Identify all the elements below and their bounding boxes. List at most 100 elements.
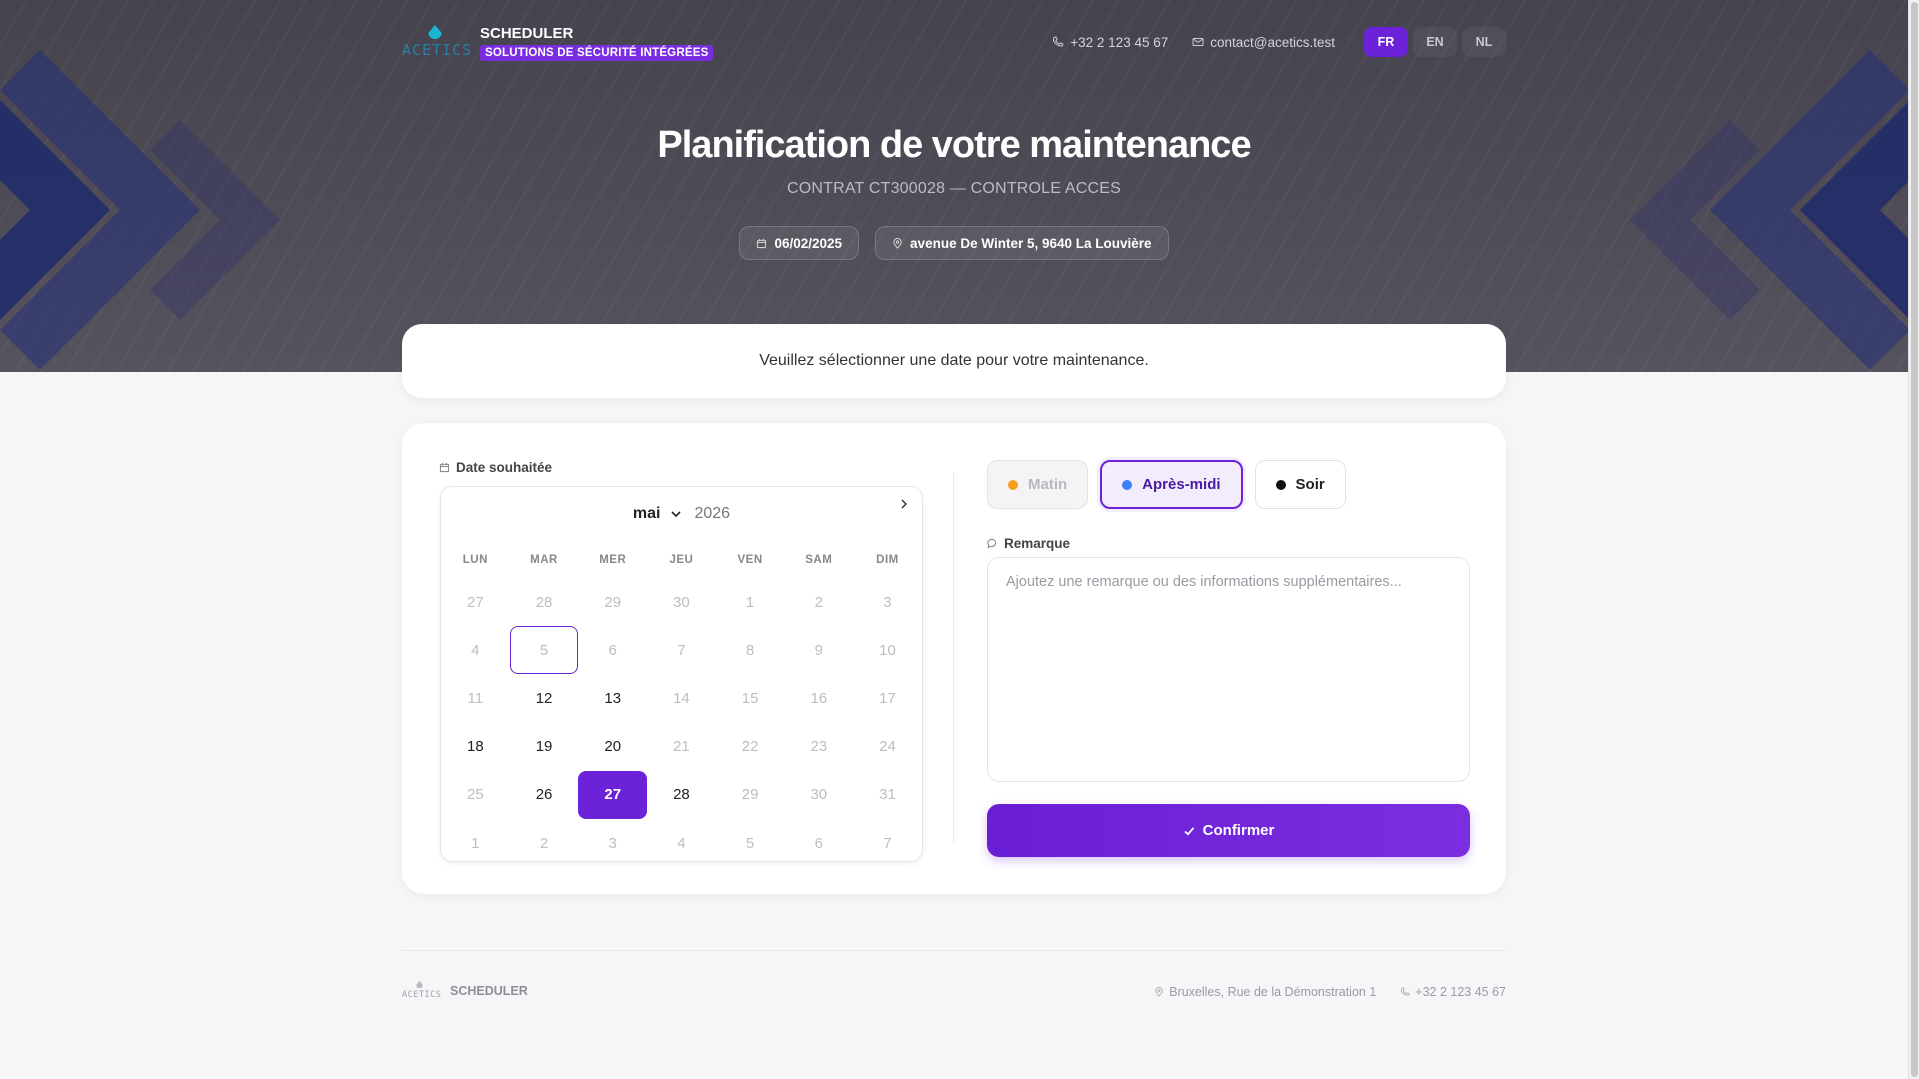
tagline-badge: SOLUTIONS DE SÉCURITÉ INTÉGRÉES [480, 45, 714, 61]
chevron-down-icon [671, 511, 682, 518]
brand[interactable]: ACETICS SCHEDULER SOLUTIONS DE SÉCURITÉ … [402, 22, 714, 62]
remark-label: Remarque [987, 536, 1070, 551]
instruction-notice: Veuillez sélectionner une date pour votr… [402, 324, 1506, 398]
calendar-day: 29 [604, 593, 622, 611]
address-chip: avenue De Winter 5, 9640 La Louvière [875, 226, 1169, 260]
header-email[interactable]: contact@acetics.test [1192, 35, 1335, 50]
calendar-day: 6 [608, 641, 617, 659]
hero-chips: 06/02/2025 avenue De Winter 5, 9640 La L… [0, 226, 1908, 260]
weekday-label: JEU [669, 554, 694, 566]
slot-dot-icon [1275, 479, 1286, 490]
calendar-day: 8 [745, 641, 755, 659]
slot-label: Soir [1295, 476, 1325, 493]
next-month-button[interactable] [894, 494, 914, 514]
footer-app-name: SCHEDULER [450, 984, 528, 998]
calendar-day: 7 [677, 641, 686, 659]
calendar-day: 30 [673, 593, 690, 611]
weekday-label: DIM [876, 554, 899, 566]
footer-phone[interactable]: +32 2 123 45 67 [1400, 985, 1506, 999]
mail-icon [1192, 38, 1204, 46]
calendar-day: 3 [883, 593, 892, 611]
calendar-day: 2 [539, 834, 549, 852]
acetics-logo: ACETICS [402, 22, 471, 62]
calendar-day: 22 [741, 738, 759, 756]
weekday-label: SAM [805, 554, 833, 566]
address-chip-text: avenue De Winter 5, 9640 La Louvière [910, 235, 1152, 251]
page-title: Planification de votre maintenance [657, 124, 1251, 166]
calendar-day: 23 [810, 738, 828, 756]
footer-phone-icon [1401, 987, 1410, 996]
slot-label: Après-midi [1142, 476, 1221, 493]
calendar-day: 16 [810, 689, 828, 707]
calendar-day: 10 [879, 641, 896, 659]
calendar-day: 28 [535, 593, 553, 611]
date-chip: 06/02/2025 [739, 226, 860, 260]
calendar-day: 25 [467, 786, 484, 804]
calendar-day: 2 [814, 593, 823, 611]
calendar-day: 1 [471, 834, 480, 852]
calendar-day[interactable]: 13 [578, 674, 647, 722]
footer-brand: ACETICS SCHEDULER [402, 980, 528, 1002]
calendar-day[interactable]: 28 [647, 771, 716, 819]
contact-bar: +32 2 123 45 67 contact@acetics.test FR … [1052, 27, 1506, 57]
lang-en-button[interactable]: EN [1413, 27, 1457, 57]
header-phone[interactable]: +32 2 123 45 67 [1052, 35, 1168, 50]
calendar-day: 3 [608, 834, 617, 852]
calendar-day: 4 [471, 641, 480, 659]
calendar-day: 27 [467, 593, 484, 611]
calendar-day-today: 5 [509, 626, 579, 675]
calendar-day-selected[interactable]: 27 [578, 770, 648, 819]
month-select[interactable]: mai [633, 505, 683, 523]
confirm-button[interactable]: Confirmer [987, 804, 1470, 857]
year-value[interactable]: 2026 [694, 505, 730, 523]
time-slot-evening[interactable]: Soir [1254, 460, 1346, 509]
calendar-day: 17 [879, 689, 896, 707]
remark-textarea[interactable] [987, 557, 1470, 782]
footer-phone-text: +32 2 123 45 67 [1415, 985, 1506, 999]
scheduling-card: Date souhaitée mai 2026 LUN MAR MER JEU VEN S… [402, 423, 1506, 894]
calendar-day[interactable]: 18 [441, 723, 510, 771]
date-label-text: Date souhaitée [456, 460, 553, 475]
calendar-day[interactable]: 20 [578, 723, 647, 771]
month-value: mai [632, 505, 661, 522]
weekday-header: LUN MAR MER JEU VEN SAM DIM [441, 554, 922, 566]
page-scrollbar[interactable] [1908, 0, 1919, 1079]
slot-dot-icon [1008, 479, 1018, 490]
footer-map-pin-icon [1155, 987, 1163, 997]
time-slot-morning: Matin [987, 460, 1089, 509]
weekday-label: LUN [462, 554, 488, 566]
calendar-day: 5 [745, 834, 755, 852]
calendar-day: 1 [745, 593, 755, 611]
map-pin-icon [893, 237, 902, 249]
weekday-label: MAR [530, 554, 558, 566]
lang-fr-button[interactable]: FR [1364, 27, 1408, 57]
calendar-day: 11 [467, 689, 484, 707]
date-chip-text: 06/02/2025 [774, 235, 843, 251]
footer-logo: ACETICS [402, 980, 442, 1002]
calendar-day[interactable]: 12 [510, 674, 579, 722]
calendar-day: 30 [810, 786, 828, 804]
calendar-day: 21 [673, 738, 690, 756]
footer-logo-word: ACETICS [402, 990, 442, 1000]
weekday-label: MER [599, 554, 627, 566]
calendar-day: 24 [879, 738, 896, 756]
chevron-right-icon [901, 499, 908, 509]
phone-icon [1053, 36, 1064, 47]
calendar-day: 4 [677, 834, 686, 852]
slot-dot-icon [1122, 479, 1133, 490]
phone-text: +32 2 123 45 67 [1070, 34, 1169, 50]
date-picker: mai 2026 LUN MAR MER JEU VEN SAM DIM 27 28 29 30 1… [440, 486, 923, 862]
time-slot-group: Matin Après-midi Soir [987, 460, 1346, 509]
calendar-day: 15 [741, 689, 759, 707]
time-slot-afternoon[interactable]: Après-midi [1100, 460, 1243, 509]
calendar-day[interactable]: 26 [510, 771, 579, 819]
footer-divider [402, 950, 1506, 951]
email-text: contact@acetics.test [1210, 34, 1335, 50]
lang-nl-button[interactable]: NL [1462, 27, 1506, 57]
comment-icon [987, 538, 997, 549]
logo-drop-icon [428, 25, 442, 39]
calendar-day[interactable]: 19 [510, 723, 579, 771]
app-name: SCHEDULER [480, 25, 574, 42]
scrollbar-thumb[interactable] [1911, 2, 1918, 1077]
calendar-day: 9 [814, 641, 823, 659]
